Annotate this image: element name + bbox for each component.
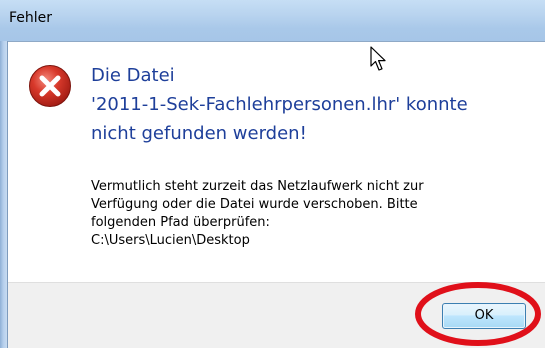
headline-line: Die Datei	[91, 65, 175, 86]
error-icon	[29, 65, 71, 107]
dialog-content: Die Datei '2011-1-Sek-Fachlehrpersonen.l…	[8, 42, 545, 282]
ok-button[interactable]: OK	[442, 303, 526, 329]
error-dialog: Fehler Die Datei '2011-1-Sek-Fachlehrper…	[0, 0, 545, 348]
details-line: Verfügung oder die Datei wurde verschobe…	[91, 197, 418, 212]
error-headline: Die Datei '2011-1-Sek-Fachlehrpersonen.l…	[91, 61, 541, 148]
headline-line: '2011-1-Sek-Fachlehrpersonen.lhr' konnte	[91, 94, 468, 115]
dialog-title: Fehler	[9, 10, 53, 26]
headline-line: nicht gefunden werden!	[91, 123, 307, 144]
window-frame-left	[0, 41, 8, 348]
details-line: folgenden Pfad überprüfen:	[91, 215, 270, 230]
title-bar[interactable]: Fehler	[0, 0, 545, 42]
button-bar: OK	[8, 282, 545, 348]
error-details: Vermutlich steht zurzeit das Netzlaufwer…	[91, 178, 541, 250]
details-line: Vermutlich steht zurzeit das Netzlaufwer…	[91, 179, 424, 194]
file-path: C:\Users\Lucien\Desktop	[91, 233, 250, 248]
mouse-cursor-icon	[370, 46, 386, 71]
